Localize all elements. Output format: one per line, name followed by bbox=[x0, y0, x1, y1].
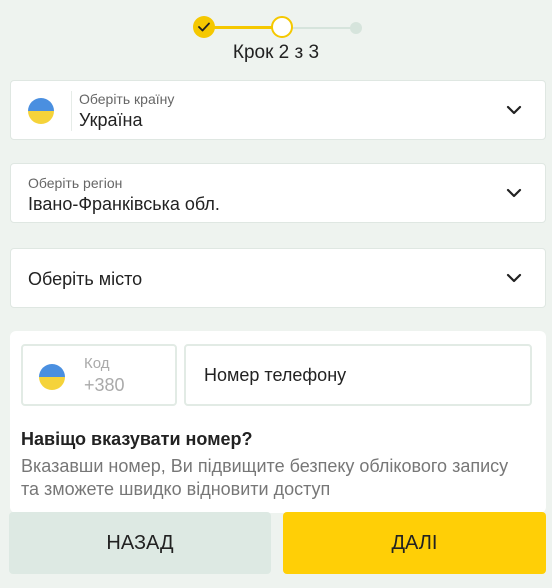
country-code-value: +380 bbox=[84, 375, 125, 395]
country-code-label: Код bbox=[84, 355, 110, 372]
ukraine-flag-icon bbox=[39, 364, 65, 390]
stepper: Крок 2 з 3 bbox=[0, 0, 552, 70]
country-select-label: Оберіть країну bbox=[79, 91, 175, 107]
region-select-label: Оберіть регіон bbox=[28, 175, 123, 191]
region-select[interactable]: Оберіть регіон Івано-Франківська обл. bbox=[10, 163, 546, 223]
chevron-down-icon[interactable] bbox=[505, 269, 523, 287]
city-select[interactable]: Оберіть місто bbox=[10, 248, 546, 308]
stepper-line-pending bbox=[282, 27, 356, 29]
country-select[interactable]: Оберіть країну Україна bbox=[10, 80, 546, 140]
step-2-current bbox=[271, 16, 293, 38]
ukraine-flag-icon bbox=[28, 98, 54, 124]
phone-why-title: Навіщо вказувати номер? bbox=[21, 429, 253, 449]
city-select-placeholder: Оберіть місто bbox=[28, 269, 143, 289]
step-label: Крок 2 з 3 bbox=[232, 42, 320, 63]
phone-card: Код +380 Навіщо вказувати номер? Вказавш… bbox=[10, 331, 546, 513]
divider bbox=[71, 91, 72, 131]
country-code-select[interactable]: Код +380 bbox=[21, 344, 177, 406]
step-3-pending bbox=[350, 22, 362, 34]
country-select-value: Україна bbox=[79, 110, 143, 130]
next-button[interactable]: ДАЛІ bbox=[283, 512, 546, 574]
chevron-down-icon[interactable] bbox=[505, 101, 523, 119]
region-select-value: Івано-Франківська обл. bbox=[28, 194, 220, 214]
phone-why-text: Вказавши номер, Ви підвищите безпеку обл… bbox=[21, 456, 509, 499]
step-1-complete bbox=[193, 16, 215, 38]
check-icon bbox=[198, 22, 210, 32]
back-button[interactable]: НАЗАД bbox=[9, 512, 271, 574]
phone-number-input[interactable] bbox=[184, 344, 532, 406]
chevron-down-icon[interactable] bbox=[505, 184, 523, 202]
